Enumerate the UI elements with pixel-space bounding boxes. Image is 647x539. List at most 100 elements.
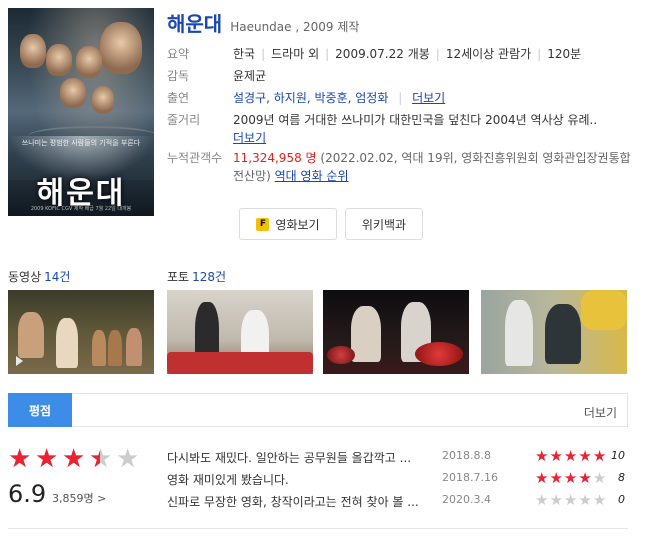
audience-rank-link[interactable]: 역대 영화 순위 <box>275 169 349 183</box>
photo-balloons <box>415 342 463 366</box>
star-icon: ★ <box>592 469 607 487</box>
bottom-divider <box>8 528 628 529</box>
video-figure <box>56 318 78 368</box>
video-thumbnail[interactable] <box>8 290 154 374</box>
photo-sofa <box>167 352 313 374</box>
cast-label: 출연 <box>167 91 190 105</box>
film-service-icon: F <box>256 217 270 231</box>
watch-movie-button[interactable]: F 영화보기 <box>239 208 337 240</box>
star-icon: ★ <box>549 447 563 465</box>
cast-more-link[interactable]: 더보기 <box>412 91 445 105</box>
info-row-summary: 요약 한국 | 드라마 외 | 2009.07.22 개봉 | 12세이상 관람가 | 120분 <box>167 45 637 63</box>
review-text[interactable]: 영화 재미있게 봤습니다. <box>167 471 432 488</box>
review-row[interactable]: 신파로 무장한 영화, 창작이라고는 전혀 찾아 볼 ... 2020.3.4 ★ ★… <box>167 491 627 511</box>
review-stars: ★ ★ ★ ★ ★ <box>535 447 606 465</box>
video-figure <box>18 312 44 358</box>
average-score: 6.9 <box>8 480 47 508</box>
review-date: 2018.7.16 <box>442 471 498 484</box>
average-star-icon: ★★ <box>35 444 59 474</box>
review-stars: ★ ★ ★ ★ ★ <box>535 491 606 509</box>
plot-value: 2009년 여름 거대한 쓰나미가 대한민국을 덮친다 2004년 역사상 유례… <box>233 111 597 147</box>
review-text[interactable]: 다시봐도 재밌다. 일안하는 공무원들 올갑깍고 ... <box>167 449 432 466</box>
photo-figure <box>505 300 533 366</box>
average-star-icon: ★★ <box>8 444 32 474</box>
star-icon: ★ <box>578 491 592 509</box>
summary-country: 한국 <box>233 47 256 61</box>
play-icon <box>16 356 23 366</box>
star-icon: ★ <box>535 491 549 509</box>
rating-more-link[interactable]: 더보기 <box>584 404 617 421</box>
watch-movie-label: 영화보기 <box>275 217 320 232</box>
video-figure <box>126 328 142 366</box>
star-icon: ★ <box>592 491 607 509</box>
star-icon: ★ <box>535 469 549 487</box>
photo-figure <box>351 306 381 362</box>
summary-release: 2009.07.22 개봉 <box>335 47 430 61</box>
video-figure <box>108 330 122 366</box>
poster-footer: 2009 KOFIC CGV 제작 배급 7월 22일 대개봉 <box>30 206 132 212</box>
poster-face-6 <box>92 86 114 114</box>
wikipedia-label: 위키백과 <box>361 217 407 232</box>
summary-rating: 12세이상 관람가 <box>445 47 532 61</box>
video-label: 동영상 <box>8 270 42 284</box>
director-link[interactable]: 윤제균 <box>233 67 266 85</box>
photo-thumbnail-2[interactable] <box>323 290 469 374</box>
info-row-cast: 출연 설경구, 하지원, 박중훈, 엄정화 | 더보기 <box>167 89 637 107</box>
average-star-icon: ★★ <box>62 444 86 474</box>
tab-rating[interactable]: 평점 <box>8 393 72 427</box>
plot-text: 2009년 여름 거대한 쓰나미가 대한민국을 덮친다 2004년 역사상 유례… <box>233 113 598 127</box>
audience-value: 11,324,958 명 (2022.02.02, 역대 19위, 영화진흥위원… <box>233 149 637 185</box>
summary-value: 한국 | 드라마 외 | 2009.07.22 개봉 | 12세이상 관람가 | 120분 <box>233 47 582 61</box>
photo-thumbnail-1[interactable] <box>167 290 313 374</box>
wikipedia-button[interactable]: 위키백과 <box>345 208 423 240</box>
info-row-audience: 누적관객수 11,324,958 명 (2022.02.02, 역대 19위, … <box>167 149 637 185</box>
star-icon: ★ <box>563 469 578 487</box>
summary-label: 요약 <box>167 47 190 61</box>
movie-info: 요약 한국 | 드라마 외 | 2009.07.22 개봉 | 12세이상 관람가 | 120분… <box>167 45 637 189</box>
rating-tabbar: 평점 더보기 <box>8 393 628 427</box>
video-figure <box>92 330 106 366</box>
video-section-label[interactable]: 동영상 14건 <box>8 268 70 285</box>
plot-label: 줄거리 <box>167 113 201 127</box>
poster-tagline: 쓰나미는 평범한 사람들의 기적을 부른다 <box>21 139 141 147</box>
photo-thumbnail-3[interactable] <box>481 290 627 374</box>
average-star-icon: ★★ <box>89 444 113 474</box>
star-icon: ★ <box>563 491 578 509</box>
movie-subtitle: Haeundae , 2009 제작 <box>230 20 360 34</box>
review-text[interactable]: 신파로 무장한 영화, 창작이라고는 전혀 찾아 볼 ... <box>167 493 432 510</box>
movie-poster[interactable]: 쓰나미는 평범한 사람들의 기적을 부른다 해운대 2009 KOFIC CGV… <box>8 8 154 216</box>
star-icon: ★ <box>535 447 549 465</box>
voter-count-link[interactable]: 3,859명 > <box>52 490 106 506</box>
star-icon: ★ <box>578 447 592 465</box>
plot-more-link[interactable]: 더보기 <box>233 131 266 145</box>
video-count: 14건 <box>44 270 71 284</box>
review-date: 2018.8.8 <box>442 449 491 462</box>
star-icon: ★ <box>578 469 592 487</box>
info-row-plot: 줄거리 2009년 여름 거대한 쓰나미가 대한민국을 덮친다 2004년 역사… <box>167 111 637 147</box>
summary-genre: 드라마 외 <box>271 47 320 61</box>
review-row[interactable]: 영화 재미있게 봤습니다. 2018.7.16 ★ ★ ★ ★ ★ 8 <box>167 469 627 489</box>
photo-figure <box>545 304 581 364</box>
audience-label: 누적관객수 <box>167 151 223 165</box>
star-icon: ★ <box>549 491 563 509</box>
title-row: 해운대 Haeundae , 2009 제작 <box>167 8 359 37</box>
star-icon: ★ <box>563 447 578 465</box>
poster-face-5 <box>60 78 86 108</box>
poster-face-4 <box>76 46 102 78</box>
review-stars: ★ ★ ★ ★ ★ <box>535 469 606 487</box>
review-score: 8 <box>618 471 625 484</box>
review-row[interactable]: 다시봐도 재밌다. 일안하는 공무원들 올갑깍고 ... 2018.8.8 ★ ★ ★ ★… <box>167 447 627 467</box>
movie-title[interactable]: 해운대 <box>167 8 222 37</box>
info-row-director: 감독 윤제균 <box>167 67 637 85</box>
average-star-icon: ★★ <box>116 444 140 474</box>
photo-balloons <box>327 346 355 364</box>
poster-face-2 <box>46 44 72 76</box>
audience-count: 11,324,958 명 <box>233 151 317 165</box>
photo-count: 128건 <box>192 270 227 284</box>
review-score: 10 <box>611 449 625 462</box>
star-icon: ★ <box>592 447 607 465</box>
photo-section-label[interactable]: 포토 128건 <box>167 268 226 285</box>
photo-plant <box>581 290 627 330</box>
director-label: 감독 <box>167 69 190 83</box>
cast-links[interactable]: 설경구, 하지원, 박중훈, 엄정화 <box>233 91 388 105</box>
